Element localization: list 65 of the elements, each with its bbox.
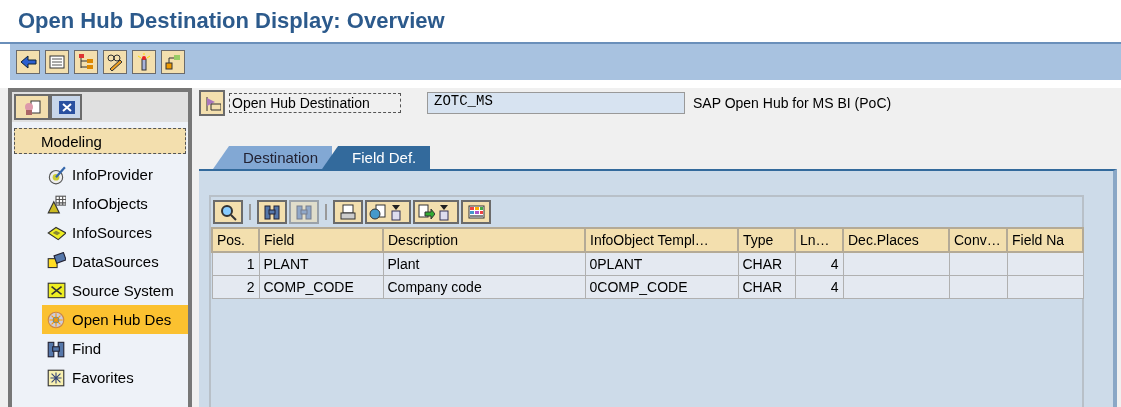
column-header[interactable]: Type bbox=[738, 228, 795, 252]
column-header[interactable]: Pos. bbox=[212, 228, 259, 252]
column-header[interactable]: Field bbox=[259, 228, 383, 252]
navigator-item[interactable]: Find bbox=[42, 334, 188, 363]
toolbar-button[interactable] bbox=[257, 200, 287, 224]
field-label: Open Hub Destination bbox=[229, 93, 401, 113]
header-button[interactable] bbox=[199, 90, 225, 116]
table-cell: 0PLANT bbox=[585, 252, 738, 276]
pyramid-icon bbox=[46, 193, 66, 214]
navigator-item[interactable]: Source System bbox=[42, 276, 188, 305]
close-icon bbox=[57, 98, 75, 116]
navigator-item[interactable]: Favorites bbox=[42, 363, 188, 392]
tab[interactable]: Destination bbox=[213, 146, 333, 169]
column-header[interactable]: Conv… bbox=[949, 228, 1007, 252]
back-arrow-icon bbox=[19, 53, 37, 71]
tree-icon bbox=[77, 53, 95, 71]
navigator-section[interactable]: Modeling bbox=[14, 128, 186, 154]
table-cell: 2 bbox=[212, 275, 259, 299]
list-icon bbox=[48, 53, 66, 71]
pencil-icon bbox=[106, 53, 124, 71]
table-cell: 0COMP_CODE bbox=[585, 275, 738, 299]
tab[interactable]: Field Def. bbox=[322, 146, 431, 169]
description-text: SAP Open Hub for MS BI (PoC) bbox=[693, 95, 892, 111]
column-header[interactable]: InfoObject Templ… bbox=[585, 228, 738, 252]
navigator-item[interactable]: InfoObjects bbox=[42, 189, 188, 218]
grid-icon bbox=[467, 203, 485, 221]
table-cell: 1 bbox=[212, 252, 259, 276]
toolbar-button[interactable] bbox=[413, 200, 459, 224]
toolbar-button[interactable] bbox=[333, 200, 363, 224]
hierarchy-icon bbox=[164, 53, 182, 71]
column-header[interactable]: Description bbox=[383, 228, 585, 252]
navigator-item[interactable]: InfoProvider bbox=[42, 160, 188, 189]
target-icon bbox=[46, 164, 66, 185]
asterisk-icon bbox=[46, 367, 66, 388]
flag-icon bbox=[203, 94, 221, 112]
toolbar-button[interactable] bbox=[213, 200, 243, 224]
table-cell: PLANT bbox=[259, 252, 383, 276]
square-cross-icon bbox=[46, 280, 66, 301]
document-icon bbox=[369, 203, 387, 221]
table-cell: Plant bbox=[383, 252, 585, 276]
person-card-icon bbox=[23, 98, 41, 116]
column-header[interactable]: Dec.Places bbox=[843, 228, 949, 252]
toolbar-button[interactable] bbox=[103, 50, 127, 74]
navigator-item[interactable]: Open Hub Des bbox=[42, 305, 188, 334]
column-header[interactable]: Field Na bbox=[1007, 228, 1083, 252]
light-icon bbox=[135, 53, 153, 71]
navigator-item[interactable]: DataSources bbox=[42, 247, 188, 276]
window-title: Open Hub Destination Display: Overview bbox=[18, 8, 445, 34]
magnifier-icon bbox=[219, 203, 237, 221]
toolbar-button[interactable] bbox=[461, 200, 491, 224]
close-button[interactable] bbox=[50, 94, 82, 120]
value-field: ZOTC_MS bbox=[427, 92, 685, 114]
table-cell: COMP_CODE bbox=[259, 275, 383, 299]
binoculars-icon bbox=[263, 203, 281, 221]
navigator-button[interactable] bbox=[14, 94, 50, 120]
binoculars-icon bbox=[295, 203, 313, 221]
table-cell: Company code bbox=[383, 275, 585, 299]
toolbar-button[interactable] bbox=[45, 50, 69, 74]
toolbar-button[interactable] bbox=[16, 50, 40, 74]
export-icon bbox=[417, 203, 435, 221]
column-header[interactable]: Ln… bbox=[795, 228, 843, 252]
star-badge-icon bbox=[46, 309, 66, 330]
navigator-item[interactable]: InfoSources bbox=[42, 218, 188, 247]
toolbar-button[interactable] bbox=[365, 200, 411, 224]
printer-icon bbox=[339, 203, 357, 221]
